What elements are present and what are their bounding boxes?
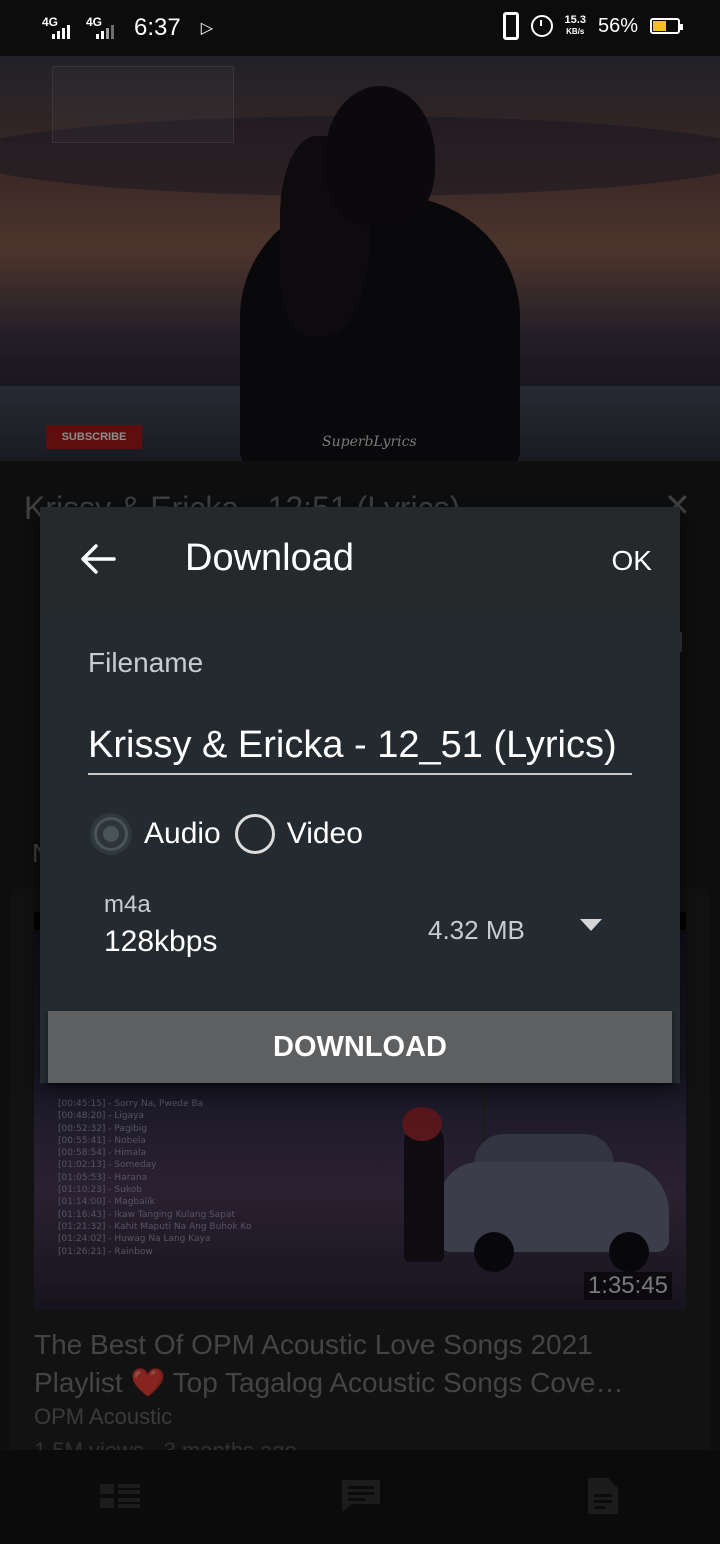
status-left: 4G 4G 6:37 ▷ xyxy=(42,14,213,42)
phone-icon xyxy=(502,12,519,40)
back-arrow-icon[interactable] xyxy=(78,539,118,579)
audio-label[interactable]: Audio xyxy=(144,817,221,851)
video-label[interactable]: Video xyxy=(287,817,363,851)
download-button[interactable]: DOWNLOAD xyxy=(48,1011,672,1083)
download-dialog: Download OK Filename Audio Video m4a 128… xyxy=(40,507,680,1083)
signal-icon: 4G xyxy=(42,15,76,41)
battery-percent: 56% xyxy=(597,14,638,37)
format-size: 4.32 MB xyxy=(428,915,525,945)
format-type: m4a xyxy=(104,891,151,918)
filename-input[interactable] xyxy=(88,717,632,775)
radio-halo xyxy=(90,813,132,855)
net-speed-value: 15.3 xyxy=(564,14,586,26)
dialog-header: Download OK xyxy=(40,507,680,617)
video-option[interactable]: Video xyxy=(234,814,363,854)
format-selector[interactable]: m4a 128kbps xyxy=(104,891,217,959)
filename-label: Filename xyxy=(88,647,204,678)
ok-button[interactable]: OK xyxy=(612,545,652,577)
status-bar: 4G 4G 6:37 ▷ 15.3 KB/s 56% xyxy=(0,0,720,56)
media-playing-icon: ▷ xyxy=(200,20,214,37)
signal-icon-2: 4G xyxy=(86,15,120,41)
audio-option[interactable]: Audio xyxy=(90,813,221,855)
clock: 6:37 xyxy=(134,14,181,41)
net-speed: 15.3 KB/s xyxy=(565,15,586,37)
format-bitrate: 128kbps xyxy=(104,925,218,958)
audio-radio[interactable] xyxy=(94,817,128,851)
type-radio-group: Audio Video xyxy=(90,813,363,855)
dialog-title: Download xyxy=(185,537,354,579)
battery-fill xyxy=(653,21,666,31)
battery-icon xyxy=(650,18,683,34)
alarm-icon xyxy=(530,15,553,37)
video-radio[interactable] xyxy=(234,814,275,854)
status-right: 15.3 KB/s 56% xyxy=(502,12,683,40)
net-speed-unit: KB/s xyxy=(566,27,585,36)
dropdown-arrow-icon[interactable] xyxy=(580,919,602,931)
